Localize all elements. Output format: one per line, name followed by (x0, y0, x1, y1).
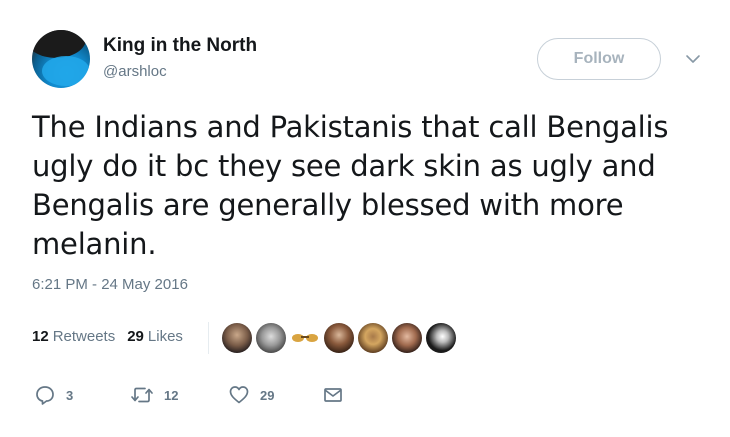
user-handle[interactable]: @arshloc (103, 63, 167, 80)
liker-avatar[interactable] (290, 323, 320, 353)
retweet-icon (131, 387, 153, 403)
liker-avatars (222, 323, 460, 353)
retweet-button[interactable]: 12 (130, 384, 178, 406)
stats-divider (208, 322, 209, 354)
liker-avatar[interactable] (324, 323, 354, 353)
likes-label: Likes (147, 328, 183, 345)
avatar-glow (42, 56, 90, 86)
heart-icon (229, 386, 249, 404)
liker-avatar[interactable] (358, 323, 388, 353)
retweets-label: Retweets (52, 328, 116, 345)
tweet-stats: 12 Retweets 29 Likes (32, 328, 195, 345)
liker-avatar[interactable] (392, 323, 422, 353)
reply-count: 3 (66, 387, 74, 403)
likes-stat[interactable]: 29 Likes (127, 328, 183, 345)
liker-avatar[interactable] (256, 323, 286, 353)
tweet-timestamp[interactable]: 6:21 PM - 24 May 2016 (32, 276, 188, 293)
retweets-stat[interactable]: 12 Retweets (32, 328, 115, 345)
follow-button[interactable]: Follow (537, 38, 661, 80)
envelope-icon (324, 388, 342, 402)
user-avatar[interactable] (32, 30, 90, 88)
chevron-down-icon[interactable] (682, 51, 704, 67)
reply-icon (36, 386, 54, 405)
liker-avatar[interactable] (426, 323, 456, 353)
liker-avatar[interactable] (222, 323, 252, 353)
tweet-text: The Indians and Pakistanis that call Ben… (32, 110, 669, 261)
display-name[interactable]: King in the North (103, 35, 257, 57)
like-count: 29 (260, 387, 275, 403)
avatar-shade (32, 30, 86, 58)
tweet-card: King in the North @arshloc Follow The In… (0, 0, 730, 437)
like-button[interactable]: 29 (228, 384, 274, 406)
direct-message-button[interactable] (322, 384, 344, 406)
retweets-count: 12 (32, 328, 49, 345)
retweet-count: 12 (164, 387, 179, 403)
reply-button[interactable]: 3 (34, 384, 73, 406)
likes-count: 29 (127, 328, 144, 345)
